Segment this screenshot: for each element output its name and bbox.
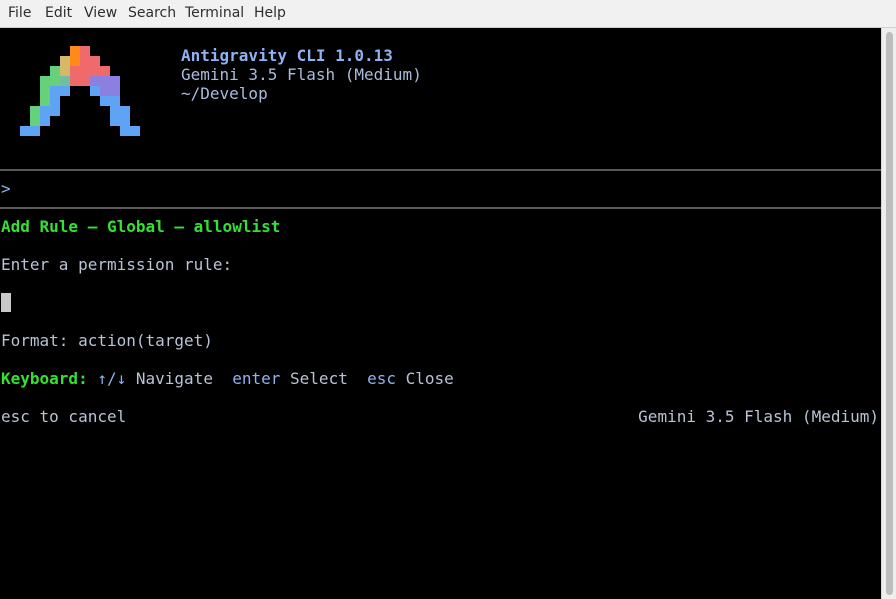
logo-pixel <box>110 86 120 96</box>
logo-pixel <box>90 56 100 66</box>
enter-key: enter <box>232 369 281 388</box>
logo-pixel <box>70 76 80 86</box>
logo-pixel <box>40 96 50 106</box>
logo-pixel <box>60 66 70 76</box>
antigravity-logo-icon <box>0 28 160 148</box>
logo-pixel <box>70 56 80 66</box>
rule-input-cursor[interactable] <box>1 293 11 312</box>
logo-pixel <box>130 126 140 136</box>
working-directory: ~/Develop <box>181 84 268 103</box>
menu-terminal[interactable]: Terminal <box>185 5 244 22</box>
logo-pixel <box>40 86 50 96</box>
enter-text: Select <box>290 369 348 388</box>
menu-search[interactable]: Search <box>128 5 176 22</box>
logo-pixel <box>90 86 100 96</box>
logo-pixel <box>90 76 100 86</box>
app-title: Antigravity CLI 1.0.13 <box>181 46 393 65</box>
logo-pixel <box>30 106 40 116</box>
logo-pixel <box>50 76 60 86</box>
menu-file[interactable]: File <box>8 5 31 22</box>
esc-key: esc <box>367 369 396 388</box>
logo-pixel <box>100 86 110 96</box>
logo-pixel <box>110 106 120 116</box>
divider-top <box>0 169 881 171</box>
menu-view[interactable]: View <box>84 5 117 22</box>
keyboard-hints: Keyboard: ↑/↓ Navigate enter Select esc … <box>1 369 454 389</box>
logo-pixel <box>100 76 110 86</box>
logo-pixel <box>20 126 30 136</box>
logo-pixel <box>120 126 130 136</box>
logo-pixel <box>70 66 80 76</box>
menu-bar: File Edit View Search Terminal Help <box>0 0 896 28</box>
logo-pixel <box>100 96 110 106</box>
dialog-instruction: Enter a permission rule: <box>1 255 233 274</box>
logo-pixel <box>90 66 100 76</box>
logo-pixel <box>80 46 90 56</box>
status-model: Gemini 3.5 Flash (Medium) <box>638 407 879 426</box>
menu-help[interactable]: Help <box>254 5 286 22</box>
terminal-area[interactable]: Antigravity CLI 1.0.13 Gemini 3.5 Flash … <box>0 28 881 599</box>
logo-pixel <box>50 86 60 96</box>
logo-pixel <box>50 96 60 106</box>
logo-pixel <box>40 76 50 86</box>
logo-pixel <box>60 86 70 96</box>
menu-edit[interactable]: Edit <box>45 5 72 22</box>
logo-pixel <box>80 66 90 76</box>
logo-pixel <box>30 116 40 126</box>
logo-pixel <box>100 66 110 76</box>
logo-pixel <box>60 76 70 86</box>
logo-pixel <box>80 56 90 66</box>
logo-pixel <box>80 76 90 86</box>
scrollbar-thumb[interactable] <box>886 32 893 595</box>
nav-key: ↑/↓ <box>97 369 127 388</box>
format-hint: Format: action(target) <box>1 331 213 350</box>
logo-pixel <box>40 106 50 116</box>
logo-pixel <box>70 46 80 56</box>
terminal-scrollbar[interactable] <box>881 28 896 599</box>
prompt-symbol: > <box>1 179 11 198</box>
logo-pixel <box>110 76 120 86</box>
nav-text: Navigate <box>135 369 213 388</box>
divider-bottom <box>0 207 881 209</box>
keyboard-label: Keyboard: <box>1 369 88 388</box>
dialog-title: Add Rule — Global — allowlist <box>1 217 281 236</box>
status-left: esc to cancel <box>1 407 127 426</box>
logo-pixel <box>120 116 130 126</box>
logo-pixel <box>50 106 60 116</box>
logo-pixel <box>110 96 120 106</box>
logo-pixel <box>50 66 60 76</box>
logo-pixel <box>30 126 40 136</box>
logo-pixel <box>120 106 130 116</box>
esc-text: Close <box>405 369 454 388</box>
logo-pixel <box>110 116 120 126</box>
model-name: Gemini 3.5 Flash (Medium) <box>181 65 422 84</box>
logo-pixel <box>60 56 70 66</box>
logo-pixel <box>40 116 50 126</box>
